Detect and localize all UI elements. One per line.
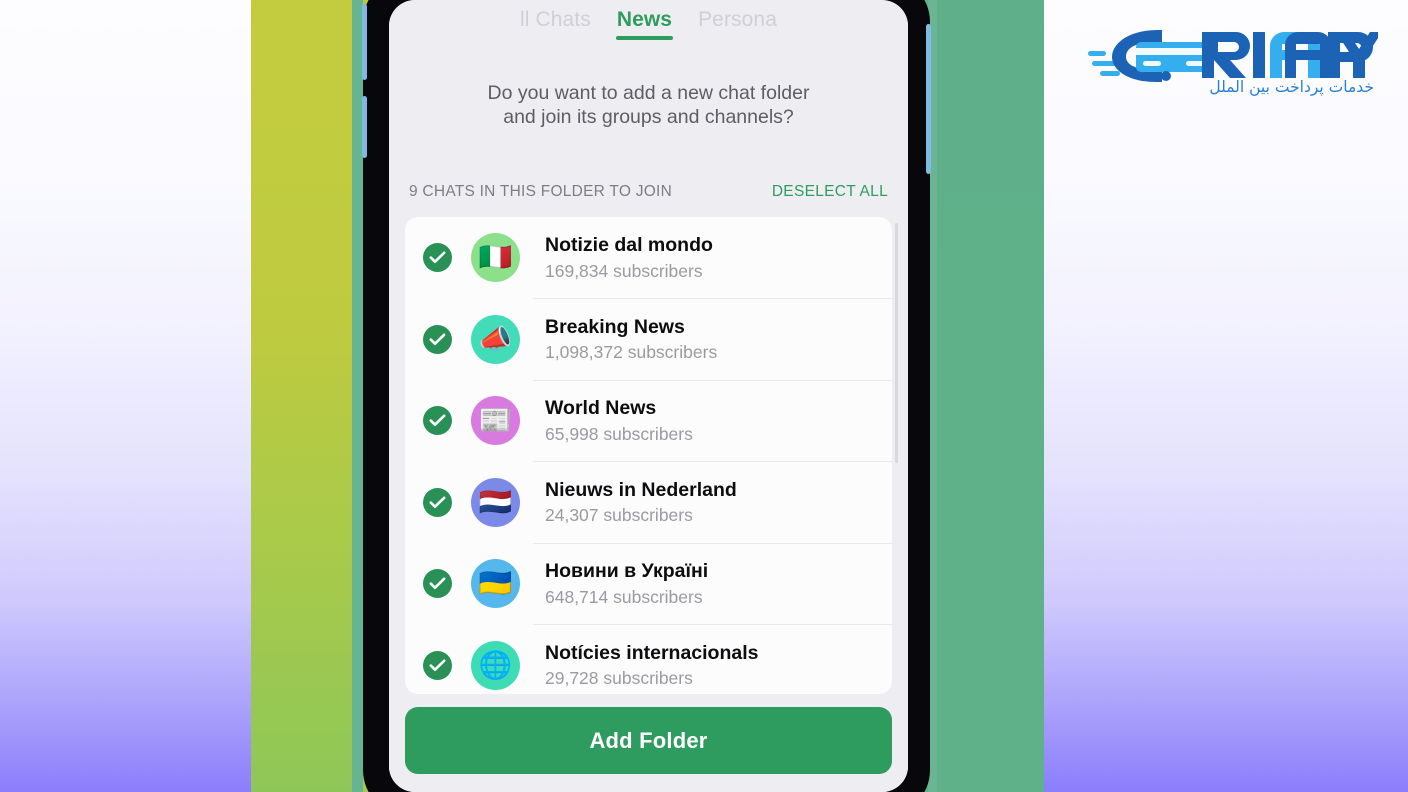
chat-list-item[interactable]: 📣 Breaking News 1,098,372 subscribers [405, 298, 892, 380]
chat-list-wrapper: 🇮🇹 Notizie dal mondo 169,834 subscribers 📣 B… [405, 216, 898, 694]
sheet-heading-line-1: Do you want to add a new chat folder [487, 82, 810, 104]
row-separator [533, 461, 892, 463]
power-button[interactable] [926, 24, 931, 174]
checkmark-icon[interactable] [423, 569, 452, 599]
chat-item-subscribers: 648,714 subscribers [545, 586, 703, 607]
phone-screen: ll Chats News Persona Do you want to add… [389, 0, 908, 792]
tab-personal-label: Persona [698, 8, 777, 31]
row-separator [533, 298, 892, 300]
add-folder-button[interactable]: Add Folder [405, 707, 892, 774]
chat-item-text: Notícies internacionals 29,728 subscriber… [545, 641, 758, 690]
list-scrollbar[interactable] [895, 222, 898, 463]
netherlands-flag-icon: 🇳🇱 [471, 477, 520, 527]
chat-item-title: Новини в Україні [545, 560, 709, 583]
row-separator [533, 624, 892, 626]
chat-list-item[interactable]: 🇮🇹 Notizie dal mondo 169,834 subscribers [405, 217, 892, 299]
tab-news[interactable]: News [604, 9, 685, 44]
chat-item-subscribers: 65,998 subscribers [545, 423, 693, 444]
chat-item-subscribers: 29,728 subscribers [545, 668, 693, 689]
chat-list: 🇮🇹 Notizie dal mondo 169,834 subscribers 📣 B… [405, 216, 892, 694]
chat-item-title: Breaking News [545, 315, 685, 338]
chat-item-text: Новини в Україні 648,714 subscribers [545, 559, 708, 608]
phone-mockup: ll Chats News Persona Do you want to add… [362, 0, 931, 792]
checkmark-icon[interactable] [423, 243, 452, 273]
logo-tagline-fa: خدمات پرداخت بین الملل [1209, 78, 1374, 96]
checkmark-icon[interactable] [423, 406, 452, 436]
chat-item-text: Notizie dal mondo 169,834 subscribers [545, 233, 713, 282]
folder-tabs: ll Chats News Persona [389, 0, 908, 44]
chat-list-item[interactable]: 🇺🇦 Новини в Україні 648,714 subscribers [405, 542, 892, 625]
chat-item-text: World News 65,998 subscribers [545, 396, 693, 445]
italy-flag-icon: 🇮🇹 [471, 233, 520, 283]
volume-up-button[interactable] [362, 4, 367, 80]
checkmark-icon[interactable] [423, 650, 452, 680]
chat-list-item[interactable]: 🌐 Notícies internacionals 29,728 subscribe… [405, 624, 892, 694]
chat-item-title: Notizie dal mondo [545, 234, 713, 257]
chat-item-text: Nieuws in Nederland 24,307 subscribers [545, 478, 737, 527]
row-separator [533, 379, 892, 381]
volume-down-button[interactable] [362, 96, 367, 158]
tab-news-label: News [616, 8, 673, 31]
chats-section-header: 9 CHATS IN THIS FOLDER TO JOIN DESELECT … [389, 130, 908, 201]
sheet-heading: Do you want to add a new chat folder and… [389, 44, 908, 130]
checkmark-icon[interactable] [423, 487, 452, 517]
chat-item-text: Breaking News 1,098,372 subscribers [545, 315, 717, 364]
sheet-heading-line-2: and join its groups and channels? [503, 105, 794, 128]
chat-item-subscribers: 169,834 subscribers [545, 260, 703, 281]
eriapay-logo: خدمات پرداخت بین الملل [1088, 26, 1378, 96]
sheet-footer: Add Folder [389, 694, 908, 792]
tab-personal[interactable]: Persona [685, 9, 790, 44]
ukraine-flag-icon: 🇺🇦 [471, 559, 520, 609]
chat-list-item[interactable]: 📰 World News 65,998 subscribers [405, 379, 892, 462]
chat-list-item[interactable]: 🇳🇱 Nieuws in Nederland 24,307 subscribers [405, 461, 892, 543]
background-green-left [251, 0, 363, 792]
tab-active-underline [615, 36, 674, 40]
globe-icon: 🌐 [471, 640, 520, 690]
add-folder-sheet: ll Chats News Persona Do you want to add… [389, 0, 908, 792]
tab-all-chats[interactable]: ll Chats [507, 9, 604, 44]
row-separator [533, 542, 892, 544]
deselect-all-button[interactable]: DESELECT ALL [772, 183, 888, 201]
background-green-right [930, 0, 1044, 792]
chat-item-subscribers: 1,098,372 subscribers [545, 342, 718, 363]
checkmark-icon[interactable] [423, 324, 452, 354]
newspaper-icon: 📰 [471, 396, 520, 446]
chat-item-subscribers: 24,307 subscribers [545, 505, 693, 526]
chats-count-label: 9 CHATS IN THIS FOLDER TO JOIN [409, 182, 673, 200]
tab-all-chats-label: ll Chats [519, 8, 591, 31]
chat-item-title: Nieuws in Nederland [545, 478, 737, 501]
megaphone-icon: 📣 [471, 314, 520, 364]
chat-item-title: Notícies internacionals [545, 641, 759, 664]
chat-item-title: World News [545, 397, 657, 420]
